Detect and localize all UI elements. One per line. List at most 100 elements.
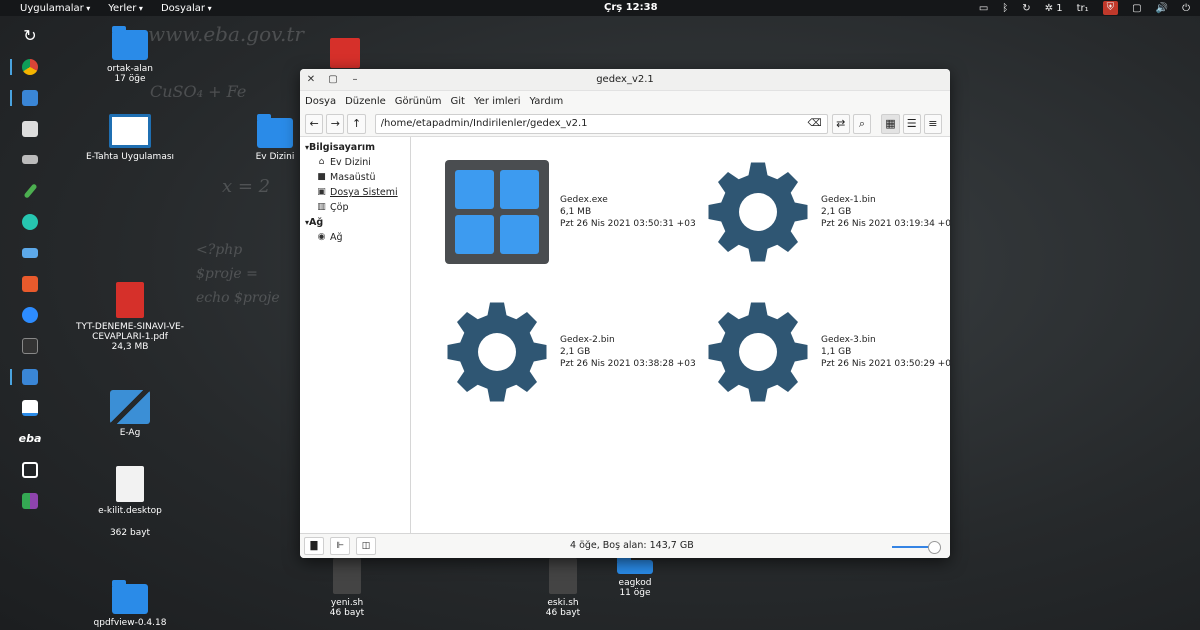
folder-icon: ▇ [310,541,318,551]
text-file-icon [116,466,144,502]
refresh-icon[interactable]: ↻ [1022,3,1030,14]
menu-gorunum[interactable]: Görünüm [395,96,442,107]
power-icon[interactable]: ⏻ [1182,3,1190,14]
briefcase-icon [22,120,38,137]
bluetooth-icon[interactable]: ᛒ [1002,3,1008,14]
clear-icon[interactable]: ⌫ [808,118,822,129]
files-menu[interactable]: Dosyalar [161,3,212,14]
maximize-icon[interactable]: ▢ [322,74,344,85]
dock-eba[interactable]: eba [14,423,46,454]
script-file-icon [549,558,577,594]
sidebar-item-trash[interactable]: ▥ Çöp [300,200,410,215]
file-item-gedex-1-bin[interactable]: Gedex-1.bin 2,1 GB Pzt 26 Nis 2021 03:19… [705,157,950,267]
network-icon [110,390,150,424]
statusbar: ▇ ⊩ ◫ 4 öğe, Boş alan: 143,7 GB [300,533,950,558]
keyboard-layout[interactable]: tr₁ [1077,3,1089,14]
window-titlebar[interactable]: ✕ ▢ – gedex_v2.1 [300,69,950,91]
sidebar-section-network[interactable]: Ağ [300,215,410,230]
sidebar: Bilgisayarım ⌂Ev Dizini ■Masaüstü ▣Dosya… [300,137,411,533]
desktop-icon-e-kilit[interactable]: e-kilit.desktop 362 bayt [75,466,185,538]
brightness-indicator[interactable]: ✲ 1 [1045,3,1063,14]
dock-keyboard[interactable] [14,144,46,175]
icon-view-button[interactable]: ▦ [881,113,900,134]
toggle-location-button[interactable]: ⇄ [831,113,850,134]
sidebar-item-network[interactable]: ◉ Ağ [300,230,410,245]
dock-terminal[interactable] [14,330,46,361]
applications-menu[interactable]: Uygulamalar [20,3,90,14]
dock-avatar[interactable] [14,206,46,237]
file-name: Gedex-1.bin [821,195,876,205]
show-tree-button[interactable]: ⊩ [330,537,350,555]
file-item-gedex-exe[interactable]: Gedex.exe 6,1 MB Pzt 26 Nis 2021 03:50:3… [444,157,704,267]
dock-screenshot[interactable] [10,361,46,392]
menu-yer-imleri[interactable]: Yer imleri [474,96,521,107]
drive-icon: ▣ [317,187,326,197]
desktop-icon-pdf[interactable]: TYT-DENEME-SINAVI-VE-CEVAPLARI-1.pdf 24,… [75,282,185,352]
back-button[interactable]: ← [305,113,324,134]
menu-yardim[interactable]: Yardım [530,96,564,107]
menu-git[interactable]: Git [451,96,465,107]
minimize-icon[interactable]: – [344,74,366,85]
folder-icon [22,89,38,106]
dock-meeting[interactable] [14,299,46,330]
compact-view-button[interactable]: ≡ [923,113,942,134]
volume-icon[interactable]: 🔊 [1156,3,1168,14]
file-view[interactable]: Gedex.exe 6,1 MB Pzt 26 Nis 2021 03:50:3… [411,137,950,533]
location-input[interactable]: /home/etapadmin/İndirilenler/gedex_v2.1 [381,118,808,129]
dock-board[interactable] [14,392,46,423]
zoom-slider[interactable] [892,541,941,554]
desktop-icon-eagkod[interactable]: eagkod 11 öğe [580,556,690,598]
up-button[interactable]: ↑ [347,113,366,134]
file-date: Pzt 26 Nis 2021 03:19:34 +03 [821,219,950,229]
dock-pen[interactable] [14,175,46,206]
battery-icon[interactable]: ▭ [979,3,988,14]
dock-apps[interactable] [14,485,46,516]
desktop-icon-qpdfview[interactable]: qpdfview-0.4.18 [75,580,185,628]
file-size: 6,1 MB [560,207,592,217]
shield-icon[interactable]: ⛨ [1102,1,1119,15]
search-button[interactable]: ⌕ [852,113,872,134]
chalk-text: x = 2 [222,176,271,197]
file-item-gedex-2-bin[interactable]: Gedex-2.bin 2,1 GB Pzt 26 Nis 2021 03:38… [444,297,704,407]
desktop-icon-sub: 24,3 MB [111,342,149,352]
desktop-icon-e-ag[interactable]: E-Ag [75,390,185,438]
menu-dosya[interactable]: Dosya [305,96,336,107]
dock-browser[interactable] [10,51,46,82]
desktop-icon-label: eagkod [618,578,652,588]
sidebar-item-home[interactable]: ⌂ Ev Dizini [300,155,410,170]
dock-software[interactable] [14,113,46,144]
chalk-text: CuSO₄ + Fe [150,82,247,101]
sidebar-item-filesystem[interactable]: ▣ Dosya Sistemi [300,185,410,200]
sidebar-item-desktop[interactable]: ■ Masaüstü [300,170,410,185]
chalk-text: echo $proje [196,290,280,306]
dock-store[interactable] [14,268,46,299]
dock-files[interactable] [10,82,46,113]
places-menu[interactable]: Yerler [108,3,143,14]
desktop-icon-trash[interactable] [290,38,400,72]
top-menu: Uygulamalar Yerler Dosyalar [20,3,230,14]
sidebar-section-computer[interactable]: Bilgisayarım [300,140,410,155]
dock-refresh[interactable]: ↻ [14,20,46,51]
arrow-left-icon: ← [309,117,319,130]
hide-sidebar-button[interactable]: ◫ [356,537,376,555]
location-bar[interactable]: /home/etapadmin/İndirilenler/gedex_v2.1 … [374,113,828,134]
windows-exe-icon [444,159,550,265]
dock-login[interactable] [14,454,46,485]
eba-icon: eba [18,432,42,445]
desktop-icon-yeni-sh[interactable]: yeni.sh 46 bayt [292,558,402,618]
script-file-icon [333,558,361,594]
menu-duzenle[interactable]: Düzenle [345,96,386,107]
board-icon [22,399,38,416]
folder-icon [112,580,148,614]
clock[interactable]: Çrş 12:38 [604,2,658,13]
file-item-gedex-3-bin[interactable]: Gedex-3.bin 1,1 GB Pzt 26 Nis 2021 03:50… [705,297,950,407]
desktop-icon-etahta[interactable]: E-Tahta Uygulaması [75,114,185,162]
dock-onscreen-keyboard[interactable] [14,237,46,268]
pdf-file-icon [116,282,144,318]
list-view-button[interactable]: ☰ [902,113,921,134]
screen-icon[interactable]: ▢ [1132,3,1141,14]
close-icon[interactable]: ✕ [300,74,322,85]
desktop-icon-ortak-alan[interactable]: ortak-alan 17 öğe [75,26,185,84]
forward-button[interactable]: → [326,113,345,134]
show-places-button[interactable]: ▇ [304,537,324,555]
